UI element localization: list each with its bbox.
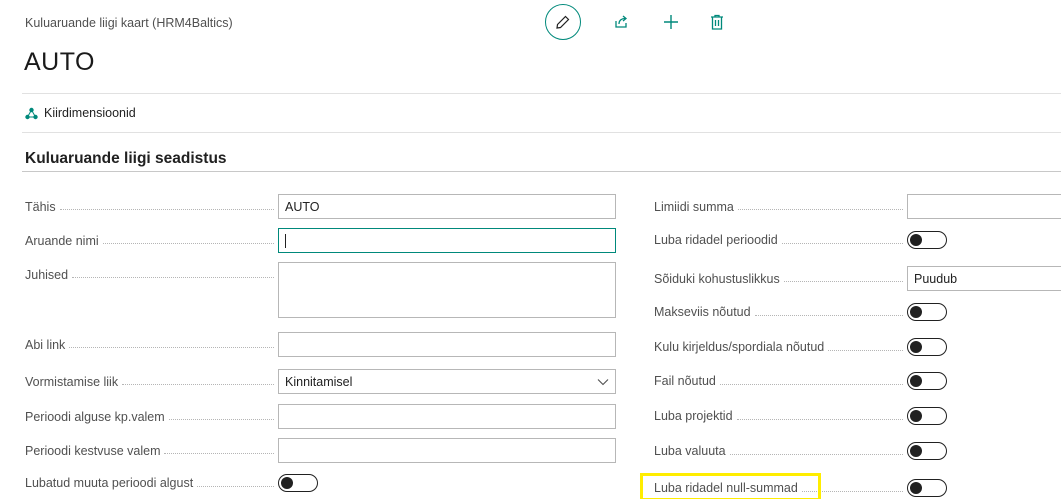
field-label: Vormistamise liik bbox=[25, 375, 278, 389]
field-label: Makseviis nõutud bbox=[654, 305, 907, 319]
field-row-projektid: Luba projektid bbox=[654, 407, 947, 425]
field-label: Fail nõutud bbox=[654, 374, 907, 388]
field-row-aruande-nimi: Aruande nimi bbox=[25, 228, 616, 253]
abi-link-input[interactable] bbox=[278, 332, 616, 357]
dimensions-action[interactable]: Kiirdimensioonid bbox=[25, 106, 136, 120]
toggle-knob bbox=[910, 481, 922, 494]
field-label: Sõiduki kohustuslikkus bbox=[654, 272, 907, 286]
makseviis-toggle[interactable] bbox=[907, 303, 947, 321]
field-label: Luba valuuta bbox=[654, 444, 907, 458]
field-row-lubatud-muuta: Lubatud muuta perioodi algust bbox=[25, 474, 318, 492]
pencil-icon bbox=[556, 15, 570, 29]
field-row-luba-perioodid: Luba ridadel perioodid bbox=[654, 231, 947, 249]
lubatud-muuta-toggle[interactable] bbox=[278, 474, 318, 492]
field-row-abi-link: Abi link bbox=[25, 332, 616, 357]
dimensions-icon bbox=[25, 107, 38, 120]
soiduki-kohustuslikkus-select[interactable]: Puudub bbox=[907, 266, 1061, 291]
aruande-nimi-input[interactable] bbox=[278, 228, 616, 253]
limiidi-summa-input[interactable] bbox=[907, 194, 1061, 219]
toggle-knob bbox=[281, 476, 293, 489]
fail-toggle[interactable] bbox=[907, 372, 947, 390]
luba-perioodid-toggle[interactable] bbox=[907, 231, 947, 249]
field-row-tahis: Tähis AUTO bbox=[25, 194, 616, 219]
toggle-knob bbox=[910, 409, 922, 422]
toggle-knob bbox=[910, 233, 922, 246]
null-summad-toggle[interactable] bbox=[907, 479, 947, 497]
page-title: AUTO bbox=[24, 48, 95, 76]
kulu-kirjeldus-toggle[interactable] bbox=[907, 338, 947, 356]
valuuta-toggle[interactable] bbox=[907, 442, 947, 460]
field-label: Perioodi alguse kp.valem bbox=[25, 410, 278, 424]
projektid-toggle[interactable] bbox=[907, 407, 947, 425]
delete-button[interactable] bbox=[707, 12, 727, 32]
perioodi-algus-input[interactable] bbox=[278, 404, 616, 429]
field-row-limiidi-summa: Limiidi summa bbox=[654, 194, 1061, 219]
toggle-knob bbox=[910, 340, 922, 353]
perioodi-kestus-input[interactable] bbox=[278, 438, 616, 463]
field-row-perioodi-algus: Perioodi alguse kp.valem bbox=[25, 404, 616, 429]
actions-divider bbox=[22, 132, 1061, 133]
juhised-textarea[interactable] bbox=[278, 262, 616, 318]
toggle-knob bbox=[910, 374, 922, 387]
trash-icon bbox=[711, 14, 723, 30]
field-row-perioodi-kestus: Perioodi kestvuse valem bbox=[25, 438, 616, 463]
field-label: Luba projektid bbox=[654, 409, 907, 423]
breadcrumb: Kuluaruande liigi kaart (HRM4Baltics) bbox=[25, 16, 233, 30]
dimensions-label: Kiirdimensioonid bbox=[44, 106, 136, 120]
plus-icon bbox=[664, 15, 678, 29]
select-value: Kinnitamisel bbox=[285, 374, 353, 389]
edit-button[interactable] bbox=[545, 4, 581, 40]
header-divider bbox=[22, 93, 1061, 94]
field-label: Abi link bbox=[25, 338, 278, 352]
text-caret bbox=[285, 233, 286, 248]
share-button[interactable] bbox=[611, 12, 631, 32]
field-row-juhised: Juhised bbox=[25, 262, 616, 318]
field-row-makseviis: Makseviis nõutud bbox=[654, 303, 947, 321]
vormistamise-liik-select[interactable]: Kinnitamisel bbox=[278, 369, 616, 394]
new-button[interactable] bbox=[661, 12, 681, 32]
tahis-input[interactable]: AUTO bbox=[278, 194, 616, 219]
highlight-box bbox=[640, 473, 821, 499]
field-label: Lubatud muuta perioodi algust bbox=[25, 476, 278, 490]
toggle-knob bbox=[910, 444, 922, 457]
field-label: Limiidi summa bbox=[654, 200, 907, 214]
field-label: Luba ridadel perioodid bbox=[654, 233, 907, 247]
toggle-knob bbox=[910, 305, 922, 318]
field-label: Tähis bbox=[25, 200, 278, 214]
section-title: Kuluaruande liigi seadistus bbox=[25, 150, 227, 167]
chevron-down-icon bbox=[597, 378, 609, 385]
field-row-valuuta: Luba valuuta bbox=[654, 442, 947, 460]
section-underline bbox=[22, 171, 1061, 172]
share-icon bbox=[615, 15, 628, 28]
field-label: Perioodi kestvuse valem bbox=[25, 444, 278, 458]
field-label: Kulu kirjeldus/spordiala nõutud bbox=[654, 340, 907, 354]
field-row-kulu-kirjeldus: Kulu kirjeldus/spordiala nõutud bbox=[654, 338, 947, 356]
toolbar bbox=[545, 4, 727, 40]
field-row-fail: Fail nõutud bbox=[654, 372, 947, 390]
field-row-soiduki-kohustuslikkus: Sõiduki kohustuslikkus Puudub bbox=[654, 266, 1061, 291]
field-label: Aruande nimi bbox=[25, 234, 278, 248]
field-label: Juhised bbox=[25, 262, 278, 287]
field-row-vormistamise-liik: Vormistamise liik Kinnitamisel bbox=[25, 369, 616, 394]
